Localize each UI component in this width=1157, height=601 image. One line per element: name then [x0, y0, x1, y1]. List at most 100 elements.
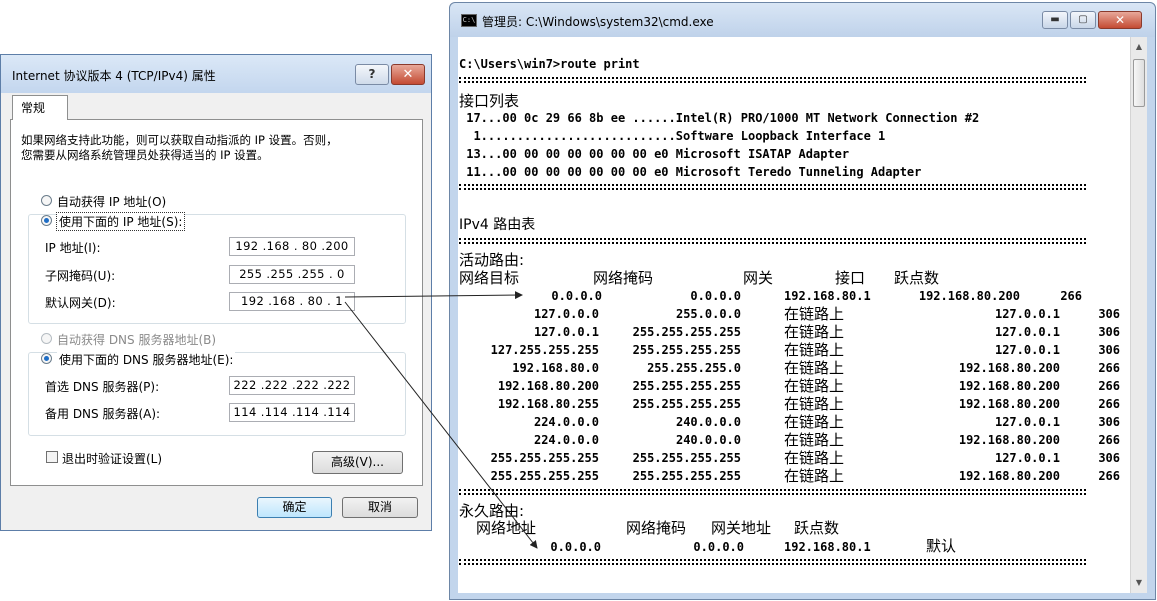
vertical-scrollbar[interactable]: ▲ ▼ [1130, 37, 1147, 593]
route-cell-dest: 255.255.255.255 [490, 469, 599, 483]
persistent-header-address: 网络地址 [476, 519, 537, 537]
dialog-title: Internet 协议版本 4 (TCP/IPv4) 属性 [12, 69, 216, 83]
ok-button[interactable]: 确定 [257, 497, 332, 518]
route-cell-dest: 127.0.0.1 [533, 325, 599, 339]
route-cell-iface: 127.0.0.1 [994, 451, 1060, 465]
route-cell-dest: 0.0.0.0 [551, 289, 602, 303]
scroll-up-arrow-icon[interactable]: ▲ [1131, 39, 1147, 55]
route-cell-metric: 266 [1098, 379, 1120, 393]
route-cell-dest: 192.168.80.200 [497, 379, 599, 393]
auto-dns-label[interactable]: 自动获得 DNS 服务器地址(B) [57, 331, 216, 348]
route-cell-metric: 266 [1098, 361, 1120, 375]
persistent-header-gateway: 网关地址 [711, 519, 772, 537]
route-cell-metric: 306 [1098, 415, 1120, 429]
alternate-dns-label: 备用 DNS 服务器(A): [45, 407, 161, 421]
auto-ip-label[interactable]: 自动获得 IP 地址(O) [57, 193, 166, 210]
auto-ip-radio[interactable] [41, 195, 52, 206]
route-cell-dest: 192.168.80.255 [497, 397, 599, 411]
route-cell-mask: 255.255.255.255 [632, 469, 741, 483]
header-metric: 跃点数 [894, 269, 940, 287]
route-cell-iface: 192.168.80.200 [918, 289, 1020, 303]
cmd-title-bar[interactable]: C:\ 管理员: C:\Windows\system32\cmd.exe ▬ ▢… [450, 3, 1155, 37]
scroll-down-arrow-icon[interactable]: ▼ [1131, 575, 1147, 591]
route-cell-gw: 在链路上 [784, 449, 845, 467]
auto-dns-radio[interactable] [41, 333, 52, 344]
route-cell-iface: 127.0.0.1 [994, 307, 1060, 321]
route-cell-dest: 192.168.80.0 [512, 361, 599, 375]
interface-line: 11...00 00 00 00 00 00 00 e0 Microsoft T… [459, 165, 922, 179]
route-cell-metric: 306 [1098, 325, 1120, 339]
route-cell-gw: 在链路上 [784, 305, 845, 323]
persistent-route-gateway: 192.168.80.1 [784, 540, 871, 554]
route-cell-metric: 266 [1098, 469, 1120, 483]
route-cell-gw: 在链路上 [784, 323, 845, 341]
route-cell-iface: 192.168.80.200 [958, 379, 1060, 393]
route-cell-iface: 192.168.80.200 [958, 469, 1060, 483]
dialog-close-button[interactable]: ✕ [391, 64, 425, 85]
route-cell-gw: 在链路上 [784, 359, 845, 377]
console-output[interactable]: C:\Users\win7>route print 接口列表 17...00 0… [458, 37, 1130, 593]
route-cell-mask: 255.255.255.255 [632, 379, 741, 393]
help-button[interactable]: ? [355, 64, 389, 85]
subnet-mask-field[interactable]: 255 .255 .255 . 0 [229, 265, 355, 284]
intro-text-line1: 如果网络支持此功能，则可以获取自动指派的 IP 设置。否则， [21, 133, 338, 147]
ipv4-properties-dialog: Internet 协议版本 4 (TCP/IPv4) 属性 ? ✕ 常规 如果网… [0, 54, 432, 531]
subnet-mask-label: 子网掩码(U): [45, 269, 116, 283]
ipv4-route-table-title: IPv4 路由表 [459, 217, 536, 233]
cmd-close-button[interactable]: ✕ [1098, 11, 1142, 29]
route-cell-metric: 306 [1098, 451, 1120, 465]
route-cell-mask: 255.255.255.255 [632, 397, 741, 411]
header-interface: 接口 [835, 269, 866, 287]
scroll-thumb[interactable] [1133, 59, 1145, 107]
manual-dns-radio[interactable] [41, 353, 52, 364]
route-cell-metric: 306 [1098, 307, 1120, 321]
cancel-button[interactable]: 取消 [342, 497, 418, 518]
separator-line [459, 184, 1086, 190]
general-tab-panel: 如果网络支持此功能，则可以获取自动指派的 IP 设置。否则， 您需要从网络系统管… [10, 119, 423, 486]
preferred-dns-label: 首选 DNS 服务器(P): [45, 380, 160, 394]
route-cell-metric: 306 [1098, 343, 1120, 357]
validate-on-exit-label[interactable]: 退出时验证设置(L) [62, 450, 162, 467]
dialog-title-bar[interactable]: Internet 协议版本 4 (TCP/IPv4) 属性 ? ✕ [1, 55, 431, 93]
route-cell-gw: 在链路上 [784, 431, 845, 449]
route-cell-mask: 255.255.255.0 [647, 361, 741, 375]
maximize-button[interactable]: ▢ [1070, 11, 1096, 29]
default-gateway-field[interactable]: 192 .168 . 80 . 1 [229, 292, 355, 311]
route-cell-iface: 192.168.80.200 [958, 397, 1060, 411]
alternate-dns-field[interactable]: 114 .114 .114 .114 [229, 403, 355, 422]
minimize-button[interactable]: ▬ [1042, 11, 1068, 29]
advanced-button[interactable]: 高级(V)... [312, 451, 403, 474]
manual-ip-label[interactable]: 使用下面的 IP 地址(S): [55, 212, 186, 231]
persistent-route-address: 0.0.0.0 [550, 540, 601, 554]
route-cell-mask: 255.255.255.255 [632, 451, 741, 465]
manual-ip-radio[interactable] [41, 215, 52, 226]
route-cell-gw: 在链路上 [784, 467, 845, 485]
header-gateway: 网关 [743, 269, 774, 287]
route-cell-gw: 在链路上 [784, 413, 845, 431]
route-cell-metric: 266 [1098, 433, 1120, 447]
route-cell-mask: 255.255.255.255 [632, 343, 741, 357]
persistent-route-netmask: 0.0.0.0 [693, 540, 744, 554]
header-netmask: 网络掩码 [593, 269, 654, 287]
separator-line [459, 77, 1086, 83]
route-cell-gw: 在链路上 [784, 377, 845, 395]
route-cell-mask: 240.0.0.0 [675, 433, 741, 447]
route-cell-gw: 在链路上 [784, 395, 845, 413]
ip-address-field[interactable]: 192 .168 . 80 .200 [229, 237, 355, 256]
manual-dns-label[interactable]: 使用下面的 DNS 服务器地址(E): [57, 351, 236, 368]
preferred-dns-field[interactable]: 222 .222 .222 .222 [229, 376, 355, 395]
interface-line: 1...........................Software Loo… [459, 129, 886, 143]
cmd-app-icon: C:\ [461, 14, 477, 27]
route-cell-mask: 255.0.0.0 [675, 307, 741, 321]
route-cell-metric: 266 [1098, 397, 1120, 411]
persistent-header-metric: 跃点数 [794, 519, 840, 537]
command-prompt-line: C:\Users\win7>route print [459, 57, 640, 71]
route-cell-mask: 255.255.255.255 [632, 325, 741, 339]
route-cell-dest: 127.255.255.255 [490, 343, 599, 357]
tab-general[interactable]: 常规 [12, 95, 68, 120]
validate-on-exit-checkbox[interactable] [46, 451, 58, 463]
separator-line [459, 489, 1086, 495]
route-cell-mask: 240.0.0.0 [675, 415, 741, 429]
route-cell-iface: 127.0.0.1 [994, 325, 1060, 339]
header-destination: 网络目标 [459, 269, 520, 287]
